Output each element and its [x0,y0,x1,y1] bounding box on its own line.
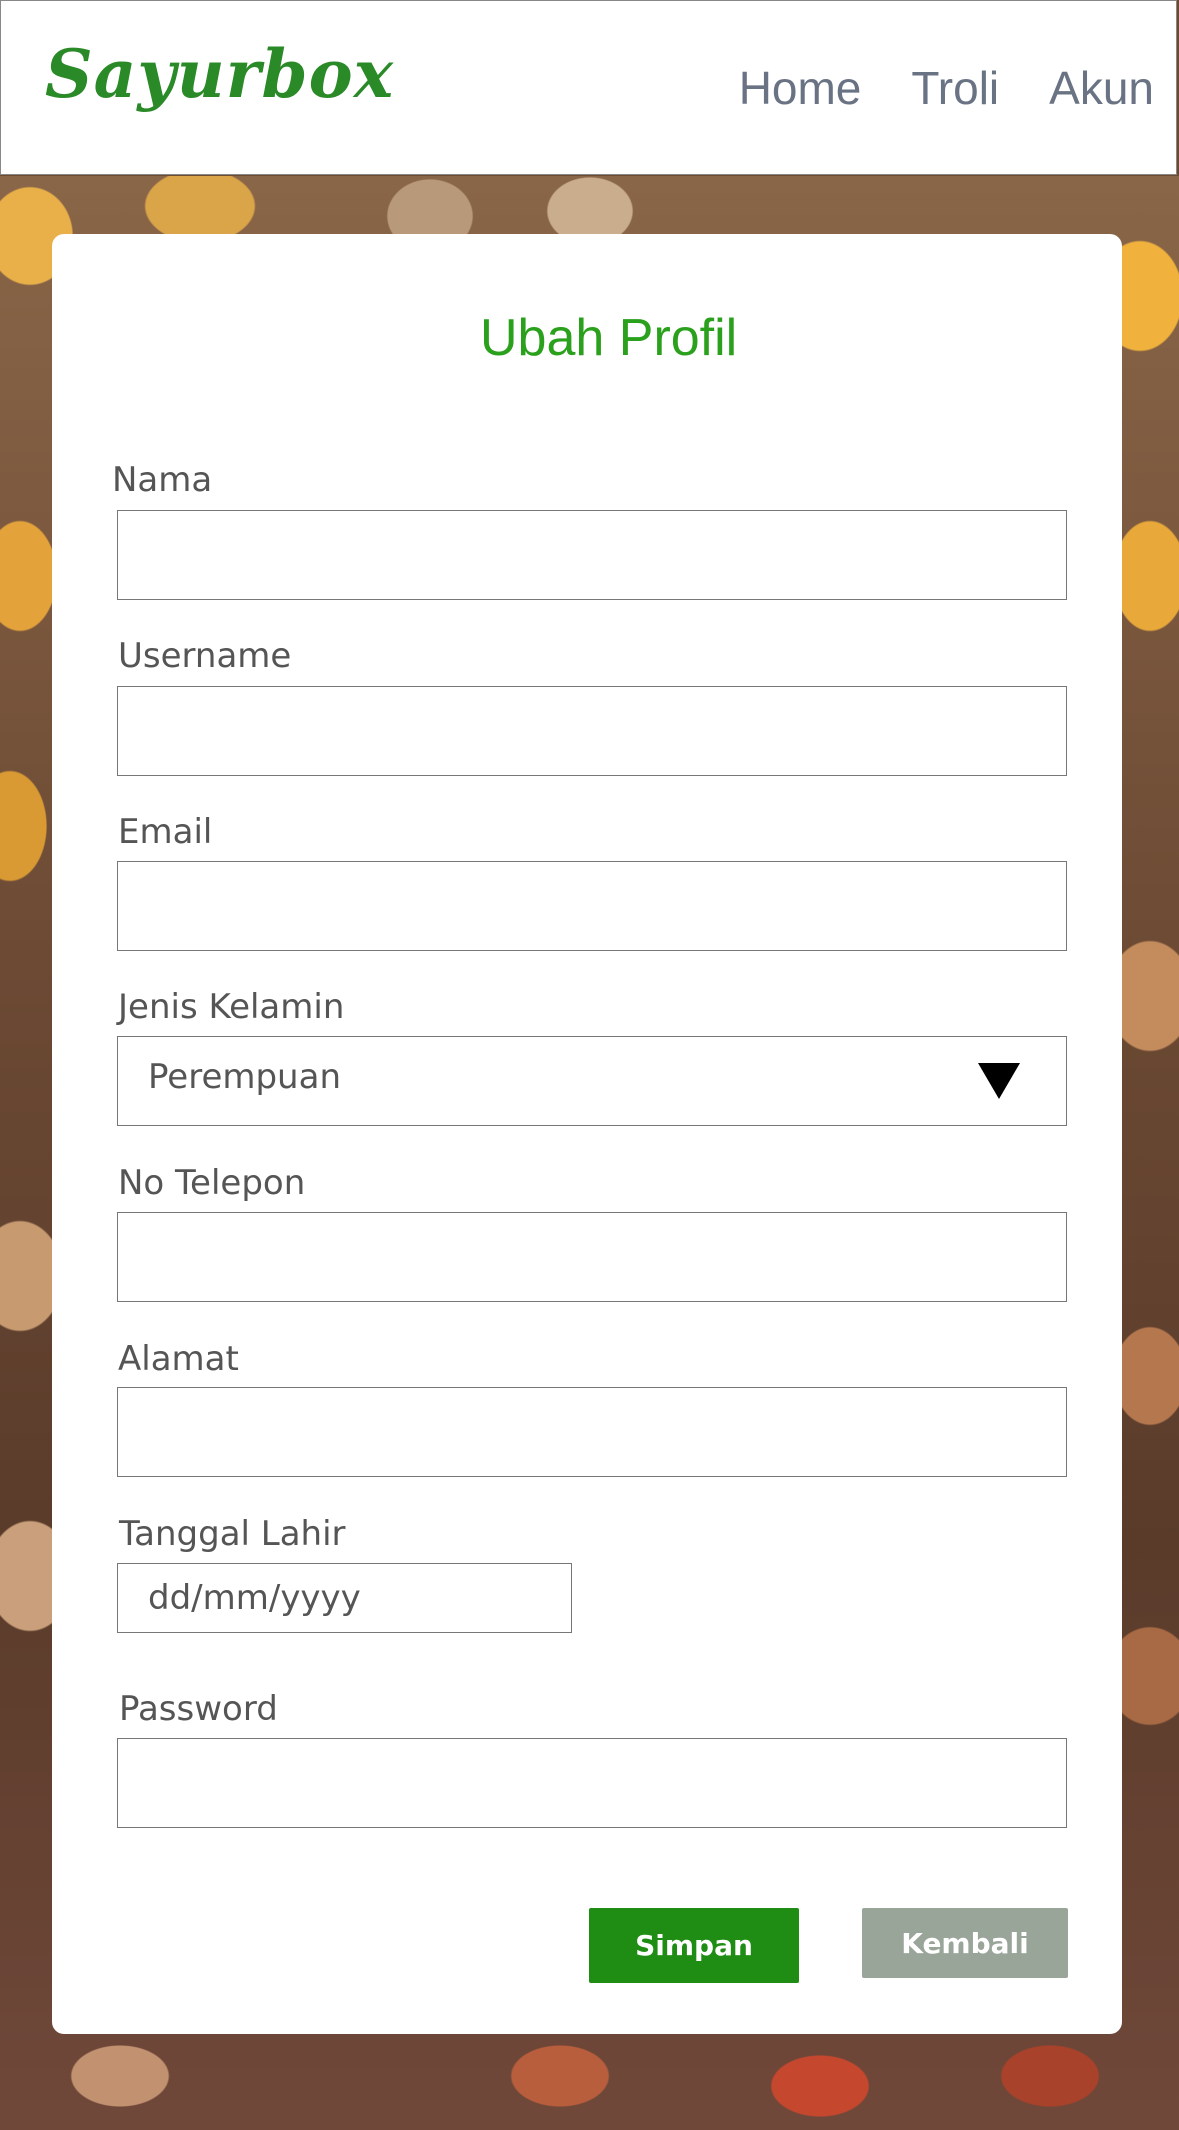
nama-label: Nama [112,460,213,500]
brand-logo[interactable]: Sayurbox [45,35,394,113]
gender-select[interactable]: Perempuan [117,1036,1067,1126]
phone-input[interactable] [117,1212,1067,1302]
save-button[interactable]: Simpan [589,1908,799,1983]
gender-label: Jenis Kelamin [118,987,345,1027]
phone-label: No Telepon [118,1163,306,1203]
nav-home-link[interactable]: Home [739,61,862,115]
birthdate-input[interactable]: dd/mm/yyyy [117,1563,572,1633]
top-navbar: Sayurbox Home Troli Akun [0,0,1177,175]
nama-input[interactable] [117,510,1067,600]
password-input[interactable] [117,1738,1067,1828]
dropdown-arrow-icon [978,1063,1020,1099]
birthdate-label: Tanggal Lahir [119,1514,346,1554]
address-label: Alamat [118,1339,239,1379]
gender-selected-value: Perempuan [148,1057,341,1097]
nav-cart-link[interactable]: Troli [911,61,999,115]
birthdate-placeholder: dd/mm/yyyy [148,1578,361,1618]
password-label: Password [119,1689,278,1729]
back-button[interactable]: Kembali [862,1908,1068,1978]
email-input[interactable] [117,861,1067,951]
email-label: Email [118,812,213,852]
address-input[interactable] [117,1387,1067,1477]
page-title: Ubah Profil [480,309,738,367]
username-input[interactable] [117,686,1067,776]
main-nav: Home Troli Akun [739,61,1154,115]
username-label: Username [118,636,292,676]
nav-account-link[interactable]: Akun [1049,61,1154,115]
